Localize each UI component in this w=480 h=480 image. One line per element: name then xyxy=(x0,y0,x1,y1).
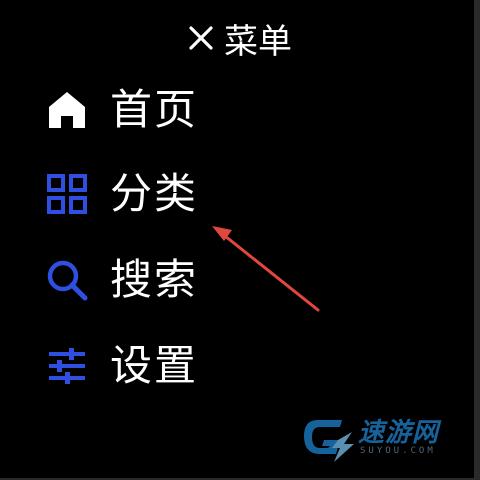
menu-screen: 菜单 首页 分类 搜索 设置 速游网 SUYOU.COM xyxy=(0,0,480,480)
home-icon xyxy=(44,87,90,133)
watermark-logo: 速游网 SUYOU.COM xyxy=(298,410,468,466)
menu-item-home[interactable]: 首页 xyxy=(44,78,198,142)
menu-item-label: 搜索 xyxy=(110,255,199,304)
watermark-g-icon xyxy=(304,420,354,462)
menu-item-settings[interactable]: 设置 xyxy=(44,334,198,398)
menu-item-label: 设置 xyxy=(110,341,199,390)
menu-close-button[interactable]: 菜单 xyxy=(188,14,292,62)
screen-edge xyxy=(474,0,480,480)
menu-item-label: 分类 xyxy=(110,169,199,218)
search-icon xyxy=(44,257,90,303)
watermark-text: 速游网 xyxy=(358,418,440,448)
close-icon xyxy=(189,26,213,50)
watermark-subtext: SUYOU.COM xyxy=(360,446,436,456)
menu-item-label: 首页 xyxy=(110,85,199,134)
menu-title: 菜单 xyxy=(224,21,292,62)
grid-icon xyxy=(44,171,90,217)
sliders-icon xyxy=(44,343,90,389)
menu-item-search[interactable]: 搜索 xyxy=(44,248,198,312)
annotation-arrow xyxy=(212,226,320,312)
menu-item-category[interactable]: 分类 xyxy=(44,162,198,226)
